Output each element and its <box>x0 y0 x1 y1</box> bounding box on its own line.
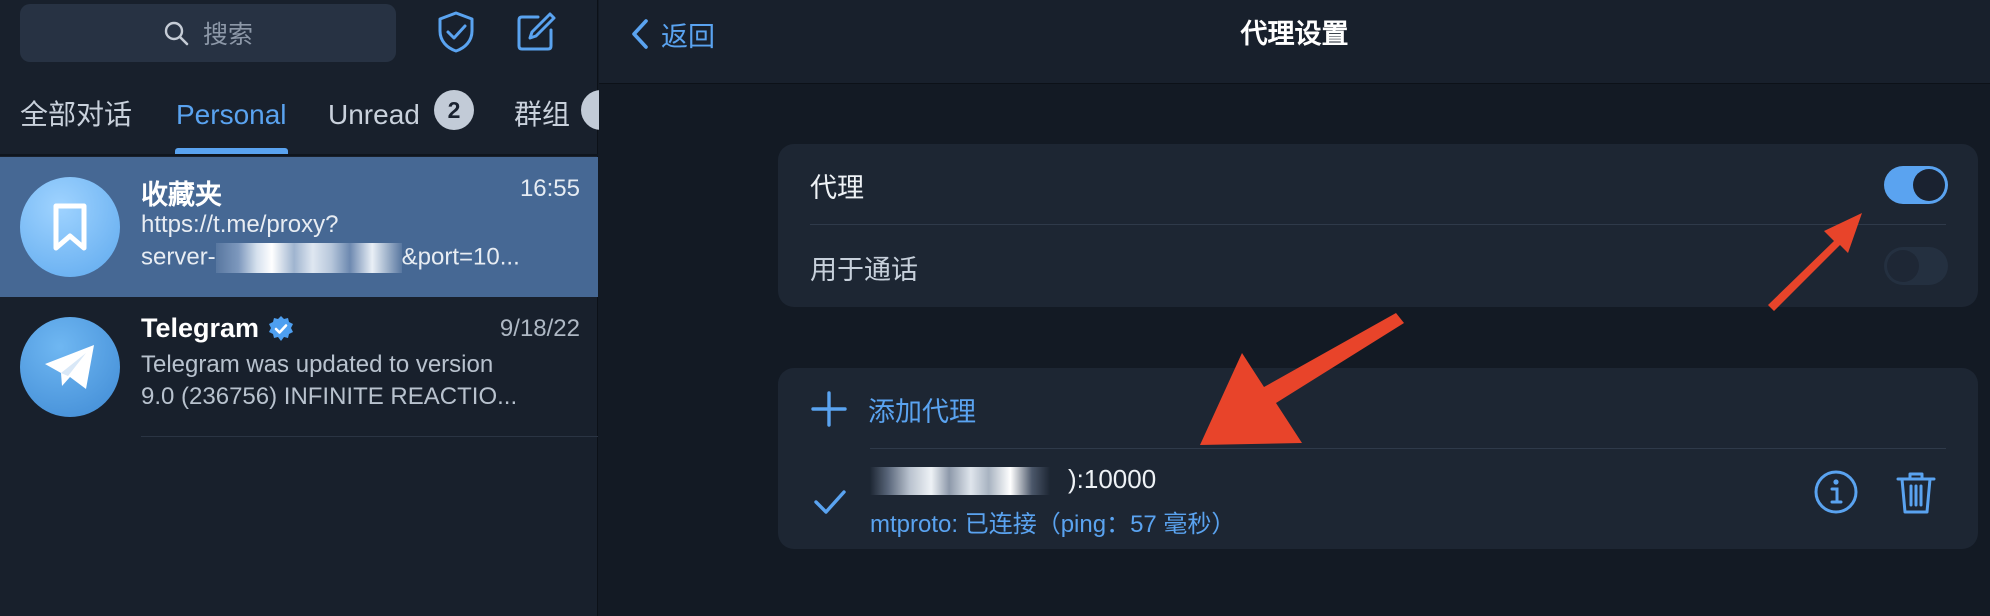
shield-check-icon[interactable] <box>434 10 478 54</box>
use-for-calls-toggle[interactable] <box>1884 247 1948 285</box>
chat-item-telegram[interactable]: Telegram 9/18/22 Telegram was updated to… <box>0 297 598 437</box>
chat-title: Telegram <box>141 313 260 343</box>
chat-preview-line-2: 9.0 (236756) INFINITE REACTIO... <box>141 383 518 410</box>
chat-time: 9/18/22 <box>499 315 580 342</box>
proxy-settings-panel: 返回 代理设置 代理 用于通话 添加代理 ):10000 mtproto: 已连… <box>599 0 1990 616</box>
redacted-pixelation <box>215 243 402 273</box>
add-proxy-button[interactable]: 添加代理 <box>810 388 976 430</box>
proxy-status: mtproto: 已连接（ping：57 毫秒） <box>870 511 1236 538</box>
proxy-address[interactable]: ):10000 <box>870 464 1157 496</box>
page-title: 代理设置 <box>1240 19 1349 49</box>
navigation-bar: 返回 代理设置 <box>599 0 1990 84</box>
divider <box>141 436 598 437</box>
avatar <box>20 317 120 417</box>
tab-all-chats[interactable]: 全部对话 <box>20 92 132 138</box>
telegram-plane-icon <box>45 345 94 389</box>
proxy-toggles-card: 代理 用于通话 <box>778 144 1978 307</box>
use-for-calls-label: 用于通话 <box>810 255 918 285</box>
chat-preview-line-1: https://t.me/proxy? <box>141 211 339 238</box>
trash-icon[interactable] <box>1892 468 1940 516</box>
add-proxy-label: 添加代理 <box>868 396 976 427</box>
active-tab-indicator <box>175 148 288 154</box>
chat-time: 16:55 <box>519 175 580 202</box>
unread-count-badge: 2 <box>434 90 474 130</box>
plus-icon <box>811 391 847 427</box>
search-placeholder: 搜索 <box>202 21 253 49</box>
proxy-toggle[interactable] <box>1884 166 1948 204</box>
compose-icon[interactable] <box>514 10 558 54</box>
proxy-list-card: 添加代理 ):10000 mtproto: 已连接（ping：57 毫秒） <box>778 368 1978 549</box>
chat-title: 收藏夹 <box>141 180 222 210</box>
tab-unread[interactable]: Unread <box>328 92 420 138</box>
toggle-knob <box>1887 250 1919 282</box>
divider <box>810 224 1946 225</box>
toggle-knob <box>1913 169 1945 201</box>
search-icon <box>164 21 189 46</box>
avatar <box>20 177 120 277</box>
checkmark-icon <box>814 490 846 514</box>
chat-item-saved-messages[interactable]: 收藏夹 16:55 https://t.me/proxy? server- &po… <box>0 157 598 297</box>
chat-preview-line-1: Telegram was updated to version <box>141 351 494 378</box>
redacted-pixelation <box>870 467 1050 496</box>
tab-groups[interactable]: 群组 <box>514 92 570 138</box>
info-icon[interactable] <box>1812 468 1860 516</box>
folder-tabs: 全部对话 Personal Unread 群组 <box>0 82 598 156</box>
proxy-label: 代理 <box>810 173 864 203</box>
proxy-port: ):10000 <box>1068 464 1157 494</box>
divider <box>870 448 1946 449</box>
chat-title-row: Telegram <box>141 313 295 344</box>
preview-prefix: server- <box>141 243 216 271</box>
search-bar[interactable]: 搜索 <box>20 4 396 62</box>
preview-suffix: &port=10... <box>401 243 520 271</box>
bookmark-icon <box>53 203 87 251</box>
chat-list-panel: 搜索 全部对话 Personal Unread 群组 2 收藏夹 16:55 h… <box>0 0 611 616</box>
chat-preview-line-2: server- &port=10... <box>141 243 581 273</box>
tab-personal[interactable]: Personal <box>176 92 287 138</box>
verified-badge-icon <box>269 315 294 341</box>
